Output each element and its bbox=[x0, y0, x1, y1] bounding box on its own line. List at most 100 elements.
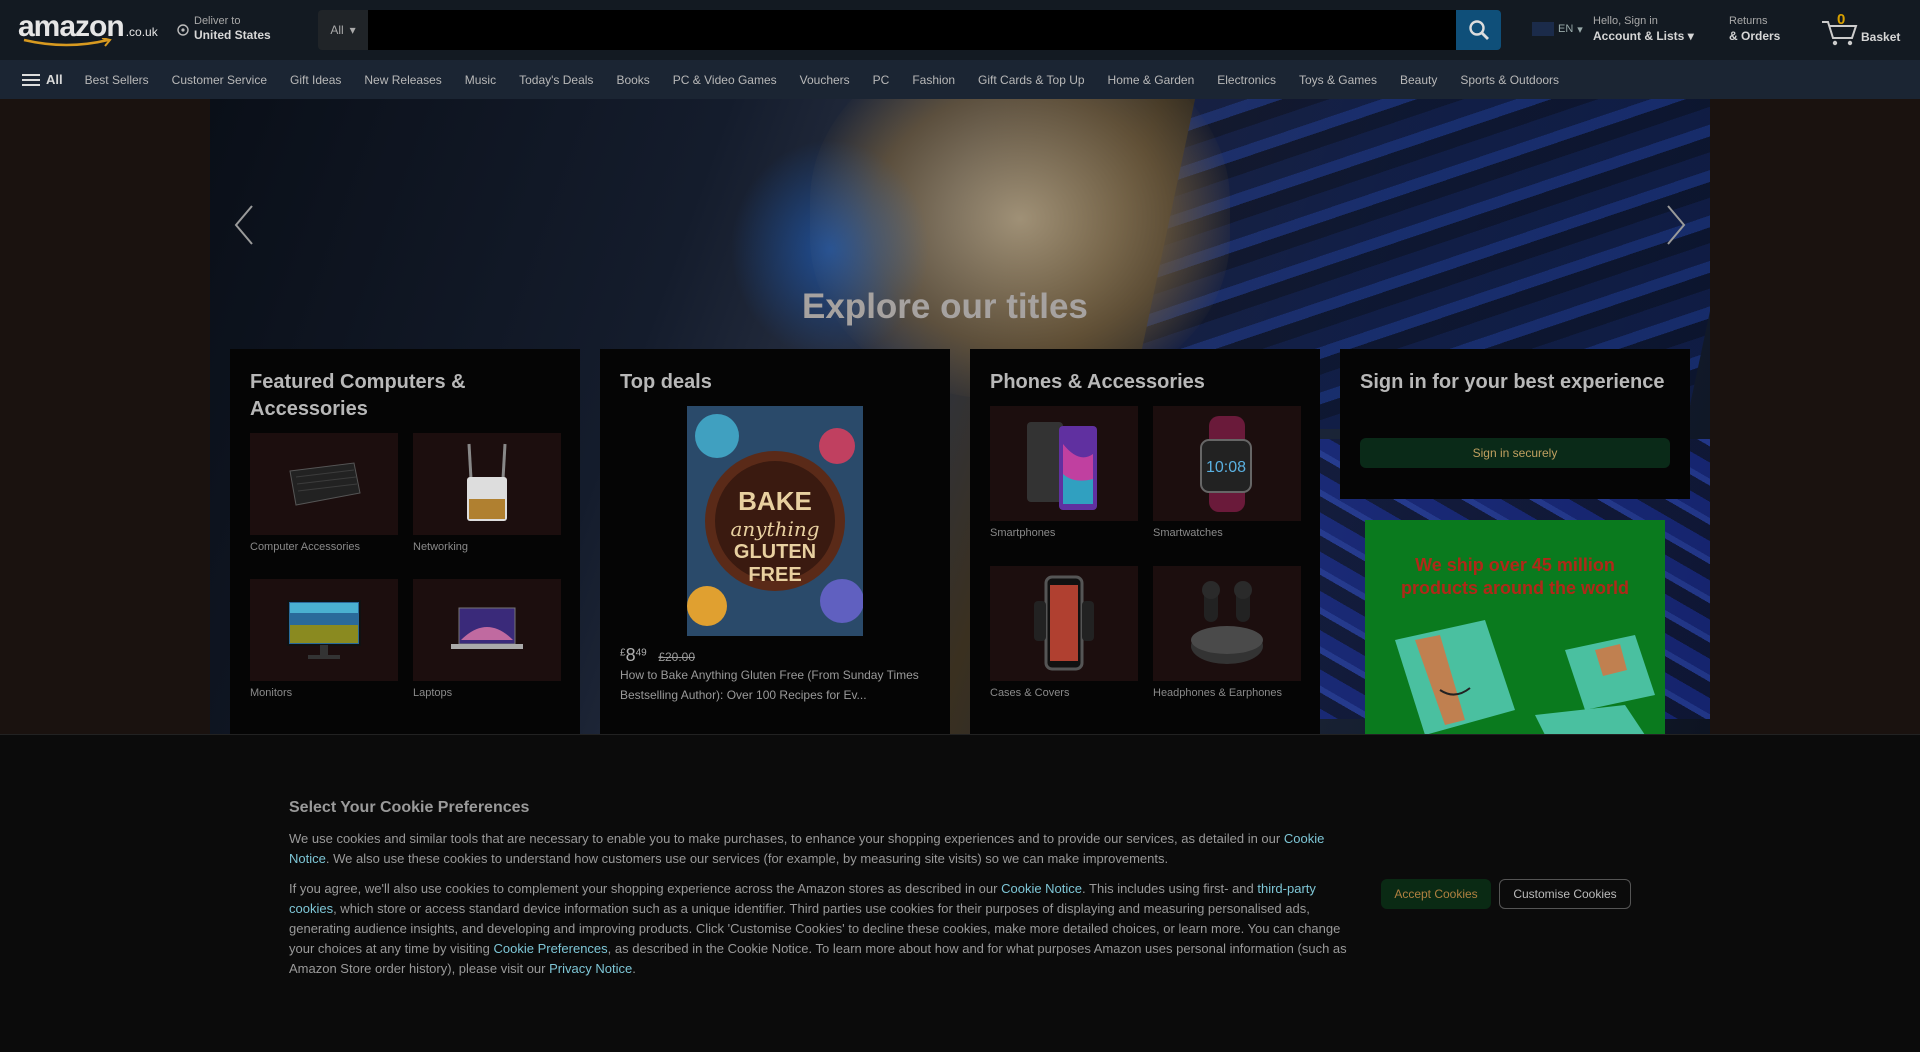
nav-item-home-garden[interactable]: Home & Garden bbox=[1108, 73, 1195, 87]
nav-item-pc-video-games[interactable]: PC & Video Games bbox=[673, 73, 777, 87]
card-title: Featured Computers & Accessories bbox=[250, 371, 466, 420]
location-pin-icon bbox=[177, 24, 189, 36]
cookie-paragraph-1: We use cookies and similar tools that ar… bbox=[289, 829, 1353, 869]
cookie-consent-banner: Select Your Cookie Preferences We use co… bbox=[0, 734, 1920, 1052]
nav-item-gift-ideas[interactable]: Gift Ideas bbox=[290, 73, 341, 87]
deliver-location: United States bbox=[194, 28, 271, 42]
tile-computer-accessories[interactable]: Computer Accessories bbox=[250, 433, 398, 553]
tile-smartphones[interactable]: Smartphones bbox=[990, 406, 1138, 539]
book-cover-image[interactable]: BAKE anything GLUTEN FREE bbox=[687, 406, 864, 636]
privacy-notice-link[interactable]: Privacy Notice bbox=[549, 961, 632, 976]
tile-monitors[interactable]: Monitors bbox=[250, 579, 398, 699]
nav-item-fashion[interactable]: Fashion bbox=[912, 73, 955, 87]
card-top-deals: Top deals BAKE anything GLUTEN FREE £849… bbox=[600, 349, 950, 735]
nav-item-toys-games[interactable]: Toys & Games bbox=[1299, 73, 1377, 87]
cover-line2: anything bbox=[730, 517, 820, 541]
cover-line1: BAKE bbox=[738, 486, 812, 516]
carousel-next-arrow-icon[interactable] bbox=[1660, 200, 1690, 250]
category-navbar: All Best Sellers Customer Service Gift I… bbox=[0, 60, 1920, 99]
cookie-text: If you agree, we'll also use cookies to … bbox=[289, 881, 1002, 896]
smartphone-image bbox=[990, 406, 1138, 521]
logo-tld: .co.uk bbox=[125, 25, 158, 39]
card-title: Top deals bbox=[620, 371, 712, 393]
laptop-image bbox=[413, 579, 561, 681]
shipping-boxes-image bbox=[1365, 520, 1665, 735]
router-image bbox=[413, 433, 561, 535]
account-lists[interactable]: Hello, Sign in Account & Lists ▾ bbox=[1593, 14, 1694, 44]
basket-count: 0 bbox=[1837, 11, 1846, 28]
deal-price: £849 £20.00 bbox=[620, 645, 695, 666]
sign-in-securely-button[interactable]: Sign in securely bbox=[1360, 438, 1670, 468]
search-category-select[interactable]: All ▾ bbox=[318, 10, 368, 50]
nav-item-vouchers[interactable]: Vouchers bbox=[800, 73, 850, 87]
chevron-down-icon: ▾ bbox=[349, 23, 356, 37]
card-title: Sign in for your best experience bbox=[1360, 371, 1665, 393]
tile-networking[interactable]: Networking bbox=[413, 433, 561, 553]
tile-caption: Monitors bbox=[250, 687, 293, 699]
tile-caption: Networking bbox=[413, 541, 469, 553]
search-category-label: All bbox=[330, 23, 344, 37]
card-title: Phones & Accessories bbox=[990, 371, 1205, 393]
deal-product-title[interactable]: How to Bake Anything Gluten Free (From S… bbox=[620, 665, 930, 705]
deliver-to[interactable]: Deliver to United States bbox=[176, 14, 271, 42]
cookie-paragraph-2: If you agree, we'll also use cookies to … bbox=[289, 879, 1353, 979]
logo-smile-icon bbox=[23, 38, 112, 47]
language-selector[interactable]: EN ▾ bbox=[1532, 22, 1583, 36]
keyboard-image bbox=[250, 433, 398, 535]
nav-item-music[interactable]: Music bbox=[465, 73, 496, 87]
customise-cookies-button[interactable]: Customise Cookies bbox=[1499, 879, 1631, 909]
tile-caption: Computer Accessories bbox=[250, 541, 361, 553]
accept-cookies-button[interactable]: Accept Cookies bbox=[1381, 879, 1491, 909]
nav-item-books[interactable]: Books bbox=[616, 73, 649, 87]
chevron-down-icon: ▾ bbox=[1687, 29, 1694, 43]
tile-caption: Laptops bbox=[413, 687, 453, 699]
shipping-promo-text: We ship over 45 million products around … bbox=[1401, 555, 1629, 598]
returns-label: Returns bbox=[1729, 15, 1768, 27]
cookie-text: . This includes using first- and bbox=[1082, 881, 1258, 896]
cover-line4: FREE bbox=[748, 564, 802, 586]
tile-caption: Headphones & Earphones bbox=[1153, 687, 1283, 699]
tile-smartwatches[interactable]: 10:08 Smartwatches bbox=[1153, 406, 1301, 539]
carousel-prev-arrow-icon[interactable] bbox=[230, 200, 260, 250]
top-navbar: amazon .co.uk Deliver to United States Al… bbox=[0, 0, 1920, 60]
amazon-logo[interactable]: amazon .co.uk bbox=[18, 10, 158, 48]
all-menu-button[interactable]: All bbox=[22, 72, 63, 87]
account-greeting: Hello, Sign in bbox=[1593, 15, 1658, 27]
was-price: £20.00 bbox=[658, 650, 696, 664]
cookie-text: . bbox=[632, 961, 636, 976]
cookie-text: We use cookies and similar tools that ar… bbox=[289, 831, 1284, 846]
search-button[interactable] bbox=[1456, 10, 1501, 50]
us-flag-icon bbox=[1532, 22, 1554, 36]
all-menu-label: All bbox=[46, 72, 63, 87]
nav-item-todays-deals[interactable]: Today's Deals bbox=[519, 73, 593, 87]
tile-headphones-earphones[interactable]: Headphones & Earphones bbox=[1153, 566, 1301, 699]
nav-item-new-releases[interactable]: New Releases bbox=[364, 73, 441, 87]
earbuds-image bbox=[1153, 566, 1301, 681]
nav-item-electronics[interactable]: Electronics bbox=[1217, 73, 1276, 87]
nav-item-gift-cards[interactable]: Gift Cards & Top Up bbox=[978, 73, 1085, 87]
tile-caption: Smartphones bbox=[990, 527, 1056, 539]
cookie-text: . We also use these cookies to understan… bbox=[325, 851, 1169, 866]
chevron-down-icon: ▾ bbox=[1577, 23, 1583, 36]
cookie-title: Select Your Cookie Preferences bbox=[289, 799, 530, 816]
cookie-preferences-link[interactable]: Cookie Preferences bbox=[493, 941, 607, 956]
nav-item-best-sellers[interactable]: Best Sellers bbox=[85, 73, 149, 87]
returns-orders[interactable]: Returns & Orders bbox=[1729, 14, 1780, 44]
search-input[interactable] bbox=[368, 10, 1456, 50]
hero-title: Explore our titles bbox=[802, 287, 1088, 326]
nav-item-beauty[interactable]: Beauty bbox=[1400, 73, 1437, 87]
tile-cases-covers[interactable]: Cases & Covers bbox=[990, 566, 1138, 699]
language-code: EN bbox=[1558, 23, 1574, 35]
basket-label: Basket bbox=[1861, 30, 1901, 44]
shipping-promo-banner[interactable]: We ship over 45 million products around … bbox=[1365, 520, 1665, 735]
cookie-notice-link[interactable]: Cookie Notice bbox=[1001, 881, 1082, 896]
tile-laptops[interactable]: Laptops bbox=[413, 579, 561, 699]
nav-item-customer-service[interactable]: Customer Service bbox=[172, 73, 267, 87]
basket-button[interactable]: 0 Basket bbox=[1820, 11, 1910, 48]
cover-line3: GLUTEN bbox=[733, 541, 817, 563]
card-phones-accessories: Phones & Accessories Smartphones 10:08 S… bbox=[970, 349, 1320, 735]
nav-item-sports-outdoors[interactable]: Sports & Outdoors bbox=[1460, 73, 1559, 87]
smartwatch-image: 10:08 bbox=[1153, 406, 1301, 521]
nav-item-pc[interactable]: PC bbox=[873, 73, 890, 87]
deliver-label: Deliver to bbox=[194, 15, 241, 27]
